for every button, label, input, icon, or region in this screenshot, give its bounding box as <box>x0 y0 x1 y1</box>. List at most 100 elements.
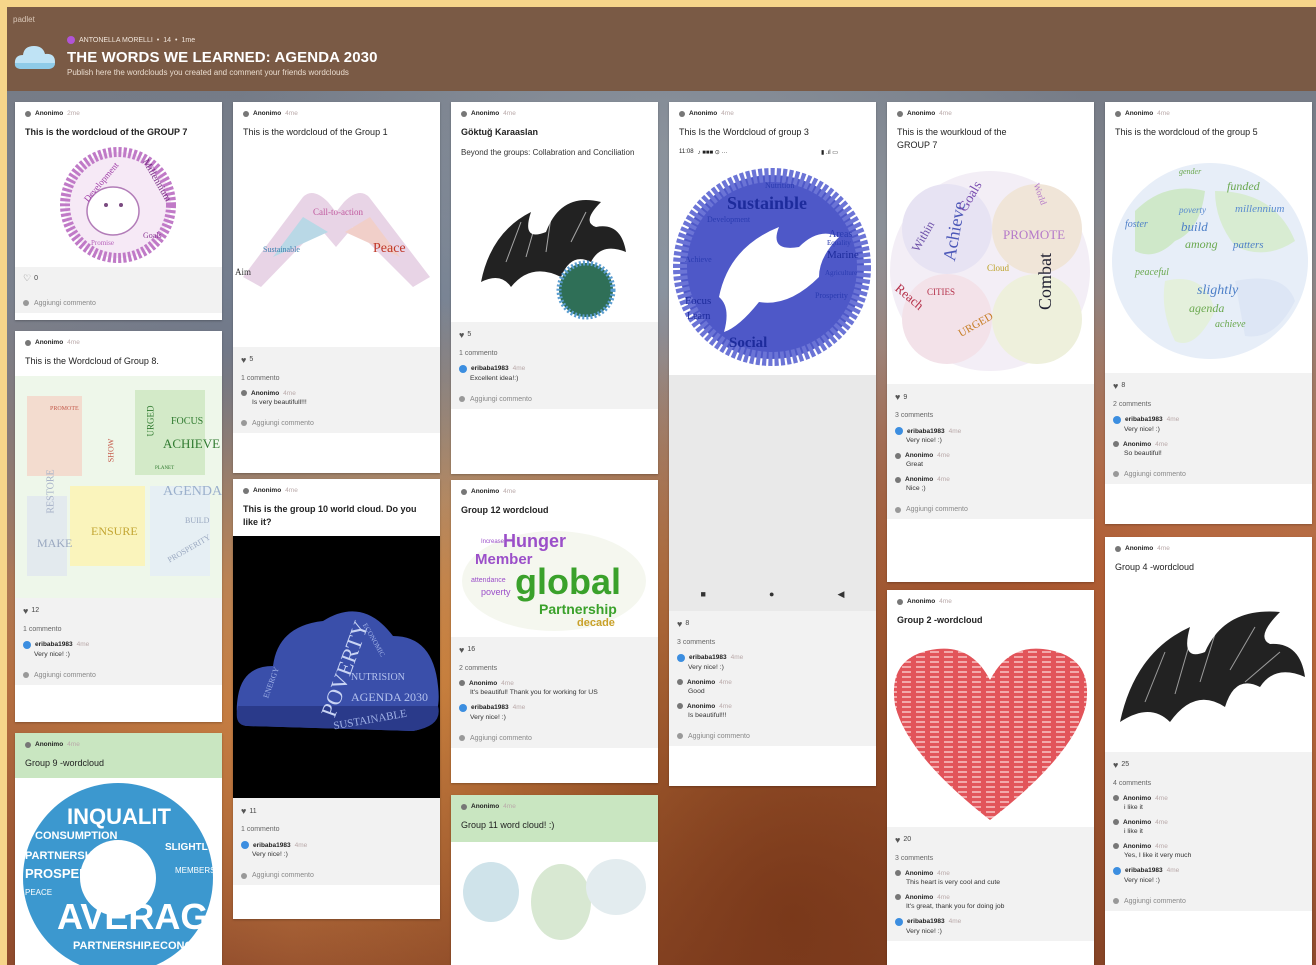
comment-count[interactable]: 1 commento <box>23 626 214 633</box>
comment-count[interactable]: 2 comments <box>459 665 650 672</box>
padlet-logo[interactable]: padlet <box>13 15 35 24</box>
post-author: Anonimo <box>471 488 500 495</box>
heart-icon[interactable]: ♥ <box>895 835 900 845</box>
avatar <box>897 110 903 117</box>
comment: eribaba1983 4me Very nice! :) <box>459 703 650 721</box>
comment-text: Very nice! :) <box>906 927 942 935</box>
padlet-board: padlet ANTONELLA MORELLI • 14 • 1me THE … <box>7 7 1316 965</box>
add-comment-button[interactable]: Aggiungi commento <box>34 300 96 307</box>
post-image[interactable]: Development Millennium Promise Goals <box>15 146 222 267</box>
post-image[interactable] <box>1105 582 1312 752</box>
comment-time: 4me <box>76 641 90 649</box>
post-author: Anonimo <box>907 598 936 605</box>
heart-icon[interactable]: ♥ <box>23 606 28 616</box>
post-image[interactable]: PROMOTE FOCUS ACHIEVE AGENDA ENSURE MAKE… <box>15 375 222 598</box>
comment-time: 4me <box>1155 842 1168 850</box>
wordcloud-word: BUILD <box>185 515 210 525</box>
comment-author: eribaba1983 <box>1125 867 1163 875</box>
post-image[interactable]: 11:08 ♪ ■■■ ⊙ ··· ▮ .ıl ▭ Sustainble Nut… <box>669 144 876 611</box>
wordcloud-word: URGED <box>145 405 156 437</box>
comment-count[interactable]: 1 commento <box>241 826 432 833</box>
wordcloud-word: CONSUMPTION <box>35 829 118 842</box>
author-name[interactable]: ANTONELLA MORELLI <box>79 37 153 44</box>
post-card[interactable]: Anonimo 4me This is the group 10 world cl… <box>233 479 440 919</box>
wordcloud-word: MEMBERS <box>175 865 216 875</box>
avatar <box>241 390 247 397</box>
post-image[interactable]: Call-to-action Peace Aim Sustainable <box>233 147 440 347</box>
comment-count[interactable]: 2 comments <box>1113 401 1304 408</box>
comment-count[interactable]: 1 commento <box>241 375 432 382</box>
comment-count[interactable]: 3 comments <box>895 855 1086 862</box>
phone-clock: 11:08 <box>679 148 694 155</box>
add-comment-button[interactable]: Aggiungi commento <box>470 735 532 742</box>
avatar <box>895 476 901 483</box>
avatar <box>25 110 31 117</box>
add-comment-button[interactable]: Aggiungi commento <box>1124 471 1186 478</box>
heart-icon[interactable]: ♥ <box>459 645 464 655</box>
post-author: Anonimo <box>689 110 718 117</box>
post-image[interactable]: funded millennium poverty build among pa… <box>1105 151 1312 373</box>
post-card[interactable]: Anonimo 4me This is the Wordcloud of Grou… <box>15 331 222 722</box>
comment-time: 4me <box>730 654 744 662</box>
square-icon[interactable]: ■ <box>701 589 706 600</box>
comment-author: eribaba1983 <box>471 704 509 712</box>
post-image[interactable]: Hunger Member global Partnership decade … <box>451 525 658 637</box>
post-card[interactable]: Anonimo 4me This is the wordcloud of the … <box>233 102 440 473</box>
heart-icon[interactable]: ♥ <box>895 392 900 402</box>
comment: Anonimo 4me Great <box>895 452 1086 468</box>
circle-icon[interactable]: ● <box>769 589 774 600</box>
heart-icon[interactable]: ♥ <box>241 806 246 816</box>
post-card[interactable]: Anonimo 2me This is the wordcloud of the … <box>15 102 222 320</box>
avatar <box>1115 110 1121 117</box>
add-comment-button[interactable]: Aggiungi commento <box>252 420 314 427</box>
avatar <box>1113 898 1119 905</box>
wordcloud-word: Social <box>729 334 768 351</box>
comment-count[interactable]: 3 comments <box>677 639 868 646</box>
heart-icon[interactable]: ♥ <box>677 619 682 629</box>
post-card[interactable]: Anonimo 4me This Is the Wordcloud of grou… <box>669 102 876 786</box>
like-count: 8 <box>685 620 690 628</box>
heart-icon[interactable]: ♥ <box>241 355 246 365</box>
comment: eribaba1983 4me Very nice! :) <box>241 841 432 858</box>
add-comment-button[interactable]: Aggiungi commento <box>34 672 96 679</box>
wordcloud-word: peaceful <box>1135 266 1169 278</box>
post-card[interactable]: Anonimo 4me Group 4 -wordcloud ♥ 25 4 comm… <box>1105 537 1312 965</box>
avatar <box>895 506 901 513</box>
heart-icon[interactable]: ♥ <box>1113 760 1118 770</box>
add-comment-button[interactable]: Aggiungi commento <box>470 396 532 403</box>
post-card[interactable]: Anonimo 4me Group 11 word cloud! :) <box>451 795 658 965</box>
comment-count[interactable]: 3 comments <box>895 412 1086 419</box>
post-author: Anonimo <box>35 110 64 117</box>
heart-icon[interactable]: ♥ <box>1113 381 1118 391</box>
post-image[interactable] <box>887 635 1094 827</box>
post-image[interactable]: Achieve Within Goals PROMOTE Combat Reac… <box>887 159 1094 384</box>
add-comment-button[interactable]: Aggiungi commento <box>252 872 314 879</box>
post-image[interactable]: POVERTY SUSTAINABLE NUTRISION AGENDA 203… <box>233 536 440 799</box>
post-card[interactable]: Anonimo 4me Göktuğ Karaaslan Beyond the g… <box>451 102 658 474</box>
avatar <box>1113 866 1121 875</box>
comment-count[interactable]: 1 commento <box>459 350 650 357</box>
post-card[interactable]: Anonimo 4me Group 9 -wordcloud INQUALIT C… <box>15 733 222 965</box>
post-card[interactable]: Anonimo 4me Group 2 -wordcloud ♥ 20 3 comm… <box>887 590 1094 965</box>
post-card[interactable]: Anonimo 4me Group 12 wordcloud Hunger Mem… <box>451 480 658 783</box>
avatar <box>1115 545 1121 552</box>
avatar <box>459 735 465 742</box>
add-comment-button[interactable]: Aggiungi commento <box>906 506 968 513</box>
post-card[interactable]: Anonimo 4me This is the wourkloud of the … <box>887 102 1094 582</box>
post-time: 4me <box>67 741 80 748</box>
back-triangle-icon[interactable]: ◀ <box>838 589 845 600</box>
comment-time: 4me <box>501 679 514 687</box>
separator-dot: • <box>175 36 178 44</box>
add-comment-button[interactable]: Aggiungi commento <box>1124 898 1186 905</box>
comment-count[interactable]: 4 comments <box>1113 780 1304 787</box>
avatar <box>23 640 31 649</box>
heart-icon[interactable]: ♡ <box>23 273 31 284</box>
heart-icon[interactable]: ♥ <box>459 330 464 340</box>
add-comment-button[interactable]: Aggiungi commento <box>688 733 750 740</box>
post-image[interactable] <box>451 162 658 322</box>
avatar <box>461 110 467 117</box>
post-image[interactable] <box>451 842 658 965</box>
avatar <box>23 300 29 307</box>
post-image[interactable]: INQUALIT CONSUMPTION PARTNERSHIP PROSPER… <box>15 778 222 965</box>
post-card[interactable]: Anonimo 4me This is the wordcloud of the … <box>1105 102 1312 524</box>
